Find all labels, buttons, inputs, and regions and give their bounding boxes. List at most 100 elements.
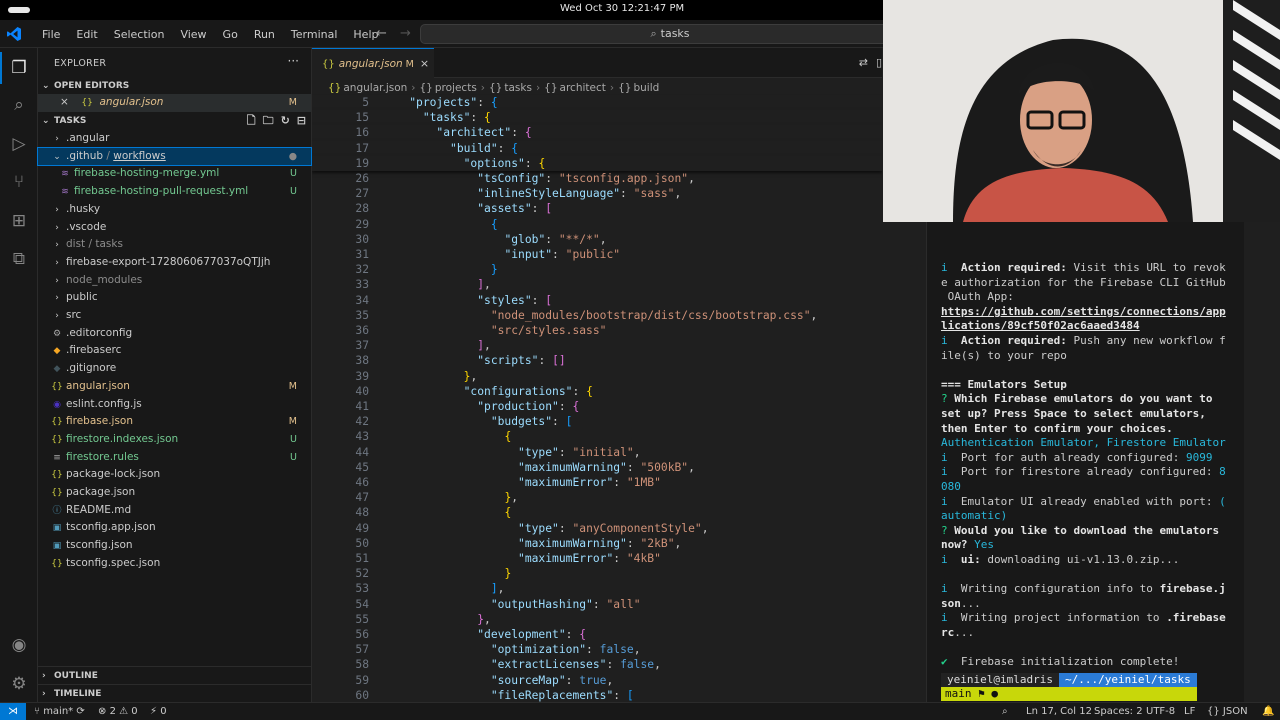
account-icon[interactable]: ◉ (7, 633, 31, 657)
code-line[interactable]: 47 }, (312, 490, 882, 505)
tree-item[interactable]: › .husky (38, 201, 311, 219)
code-line[interactable]: 54 "outputHashing": "all" (312, 597, 882, 612)
tree-item[interactable]: ⚙ .editorconfig (38, 325, 311, 343)
sticky-scroll-line[interactable]: 15 "tasks": { (312, 110, 882, 126)
code-line[interactable]: 45 "maximumWarning": "500kB", (312, 460, 882, 475)
code-line[interactable]: 44 "type": "initial", (312, 445, 882, 460)
code-line[interactable]: 38 "scripts": [] (312, 353, 882, 368)
tree-item[interactable]: ⌄ .github / workflows ● (37, 146, 312, 167)
tree-item[interactable]: ≋ firebase-hosting-merge.yml U (38, 165, 311, 183)
open-editor-item[interactable]: × {} angular.json M (38, 94, 311, 112)
code-line[interactable]: 60 "fileReplacements": [ (312, 688, 882, 702)
menu-file[interactable]: File (34, 28, 68, 41)
code-line[interactable]: 31 "input": "public" (312, 247, 882, 262)
code-line[interactable]: 58 "extractLicenses": false, (312, 657, 882, 672)
open-changes-icon[interactable]: ⇄ (859, 56, 868, 69)
menu-run[interactable]: Run (246, 28, 283, 41)
tree-item-sublabel[interactable]: workflows (113, 150, 166, 162)
menu-edit[interactable]: Edit (68, 28, 105, 41)
indentation[interactable]: Spaces: 2 (1094, 703, 1143, 720)
workspace-section[interactable]: ⌄ TASKS 🗋 🗀 ↻ ⊟ (38, 112, 312, 130)
tree-item[interactable]: ⓘ README.md (38, 502, 311, 520)
code-line[interactable]: 55 }, (312, 612, 882, 627)
code-line[interactable]: 33 ], (312, 277, 882, 292)
code-line[interactable]: 27 "inlineStyleLanguage": "sass", (312, 186, 882, 201)
menu-go[interactable]: Go (215, 28, 246, 41)
sticky-scroll-line[interactable]: 19 "options": { (312, 155, 882, 171)
tree-item[interactable]: › src (38, 307, 311, 325)
code-line[interactable]: 53 ], (312, 581, 882, 596)
new-file-icon[interactable]: 🗋 (247, 112, 256, 130)
code-line[interactable]: 41 "production": { (312, 399, 882, 414)
tree-item[interactable]: ≡ firestore.rules U (38, 449, 311, 467)
tree-item[interactable]: › public (38, 289, 311, 307)
code-line[interactable]: 28 "assets": [ (312, 201, 882, 216)
outline-section[interactable]: › OUTLINE (38, 666, 312, 684)
remote-explorer-icon[interactable]: ⧉ (7, 247, 31, 271)
code-line[interactable]: 46 "maximumError": "1MB" (312, 475, 882, 490)
code-line[interactable]: 34 "styles": [ (312, 293, 882, 308)
terminal-text[interactable]: https://github.com/settings/connections/… (941, 305, 1226, 318)
code-line[interactable]: 56 "development": { (312, 627, 882, 642)
timeline-section[interactable]: › TIMELINE (38, 684, 312, 702)
sticky-scroll-line[interactable]: 16 "architect": { (312, 125, 882, 141)
breadcrumb-item[interactable]: angular.json (343, 82, 407, 94)
code-line[interactable]: 42 "budgets": [ (312, 414, 882, 429)
menu-selection[interactable]: Selection (106, 28, 173, 41)
code-line[interactable]: 59 "sourceMap": true, (312, 673, 882, 688)
notifications-icon[interactable]: 🔔 (1262, 703, 1274, 720)
code-line[interactable]: 37 ], (312, 338, 882, 353)
code-line[interactable]: 29 { (312, 217, 882, 232)
tree-item[interactable]: {} package.json (38, 484, 311, 502)
cursor-position[interactable]: Ln 17, Col 12 (1026, 703, 1092, 720)
tree-item[interactable]: ◆ .gitignore (38, 360, 311, 378)
new-folder-icon[interactable]: 🗀 (263, 112, 274, 130)
breadcrumb-item[interactable]: architect (560, 82, 606, 94)
sticky-scroll-line[interactable]: 17 "build": { (312, 140, 882, 156)
zoom-icon[interactable]: ⌕ (1002, 703, 1008, 720)
tree-item[interactable]: › .vscode (38, 219, 311, 237)
language-mode[interactable]: {} JSON (1207, 703, 1248, 720)
split-editor-icon[interactable]: ▯ (876, 56, 882, 69)
tree-item[interactable]: {} angular.json M (38, 378, 311, 396)
branch-indicator[interactable]: ⑂ main* ⟳ (34, 703, 85, 720)
problems-indicator[interactable]: ⊗ 2 ⚠ 0 (98, 703, 138, 720)
tree-item[interactable]: ▣ tsconfig.json (38, 537, 311, 555)
code-line[interactable]: 35 "node_modules/bootstrap/dist/css/boot… (312, 308, 882, 323)
settings-icon[interactable]: ⚙ (7, 672, 31, 696)
terminal-text[interactable]: lications/89cf50f02ac6aaed3484 (941, 319, 1140, 332)
code-line[interactable]: 40 "configurations": { (312, 384, 882, 399)
extensions-icon[interactable]: ⊞ (7, 209, 31, 233)
close-icon[interactable]: × (420, 57, 429, 70)
menu-terminal[interactable]: Terminal (283, 28, 346, 41)
ports-indicator[interactable]: ⚡ 0 (150, 703, 167, 720)
code-view[interactable]: 5 "projects": {15 "tasks": {16 "architec… (312, 94, 882, 702)
refresh-icon[interactable]: ↻ (281, 112, 290, 130)
sticky-scroll-line[interactable]: 5 "projects": { (312, 95, 882, 111)
code-line[interactable]: 57 "optimization": false, (312, 642, 882, 657)
code-line[interactable]: 49 "type": "anyComponentStyle", (312, 521, 882, 536)
search-icon[interactable]: ⌕ (7, 93, 31, 117)
prompt-input-area[interactable] (1001, 687, 1197, 701)
files-icon[interactable]: ❐ (0, 52, 31, 84)
code-line[interactable]: 32 } (312, 262, 882, 277)
tree-item[interactable]: {} package-lock.json (38, 466, 311, 484)
back-arrow-icon[interactable]: ← (376, 26, 387, 41)
tree-item[interactable]: {} firebase.json M (38, 413, 311, 431)
tree-item[interactable]: {} firestore.indexes.json U (38, 431, 311, 449)
tree-item[interactable]: ◉ eslint.config.js (38, 396, 311, 414)
code-line[interactable]: 52 } (312, 566, 882, 581)
tree-item[interactable]: › dist / tasks (38, 236, 311, 254)
breadcrumb-item[interactable]: tasks (504, 82, 532, 94)
tree-item[interactable]: ≋ firebase-hosting-pull-request.yml U (38, 183, 311, 201)
forward-arrow-icon[interactable]: → (400, 26, 411, 41)
tab-angular-json[interactable]: {} angular.json M × (312, 48, 434, 78)
run-debug-icon[interactable]: ▷ (7, 132, 31, 156)
line-ending[interactable]: LF (1184, 703, 1195, 720)
tree-item[interactable]: › firebase-export-1728060677037oQTJjh (38, 254, 311, 272)
code-line[interactable]: 36 "src/styles.sass" (312, 323, 882, 338)
more-actions-icon[interactable]: ··· (288, 54, 299, 68)
source-control-icon[interactable]: ⑂ (7, 170, 31, 194)
menu-view[interactable]: View (172, 28, 214, 41)
encoding[interactable]: UTF-8 (1146, 703, 1175, 720)
